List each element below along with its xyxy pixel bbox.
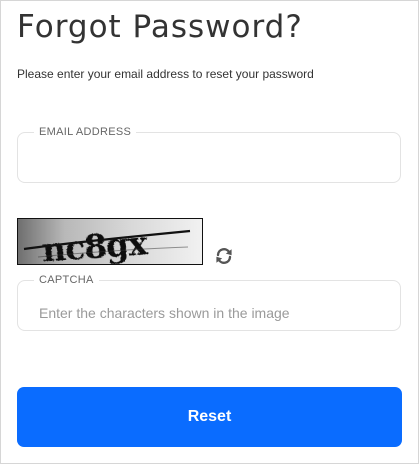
refresh-icon <box>216 248 232 264</box>
email-field: EMAIL ADDRESS <box>17 125 401 183</box>
page-subtitle: Please enter your email address to reset… <box>17 67 314 81</box>
page-title: Forgot Password? <box>17 9 303 45</box>
forgot-password-panel: Forgot Password? Please enter your email… <box>0 0 419 464</box>
captcha-field: CAPTCHA <box>17 273 401 331</box>
email-input[interactable] <box>18 133 400 182</box>
captcha-field-label: CAPTCHA <box>34 273 99 287</box>
captcha-graphic: nc8gx <box>18 219 202 264</box>
captcha-input[interactable] <box>18 281 400 330</box>
captcha-image: nc8gx <box>17 218 203 265</box>
email-field-label: EMAIL ADDRESS <box>34 125 137 139</box>
refresh-captcha-button[interactable] <box>214 246 234 266</box>
reset-button[interactable]: Reset <box>17 387 402 447</box>
